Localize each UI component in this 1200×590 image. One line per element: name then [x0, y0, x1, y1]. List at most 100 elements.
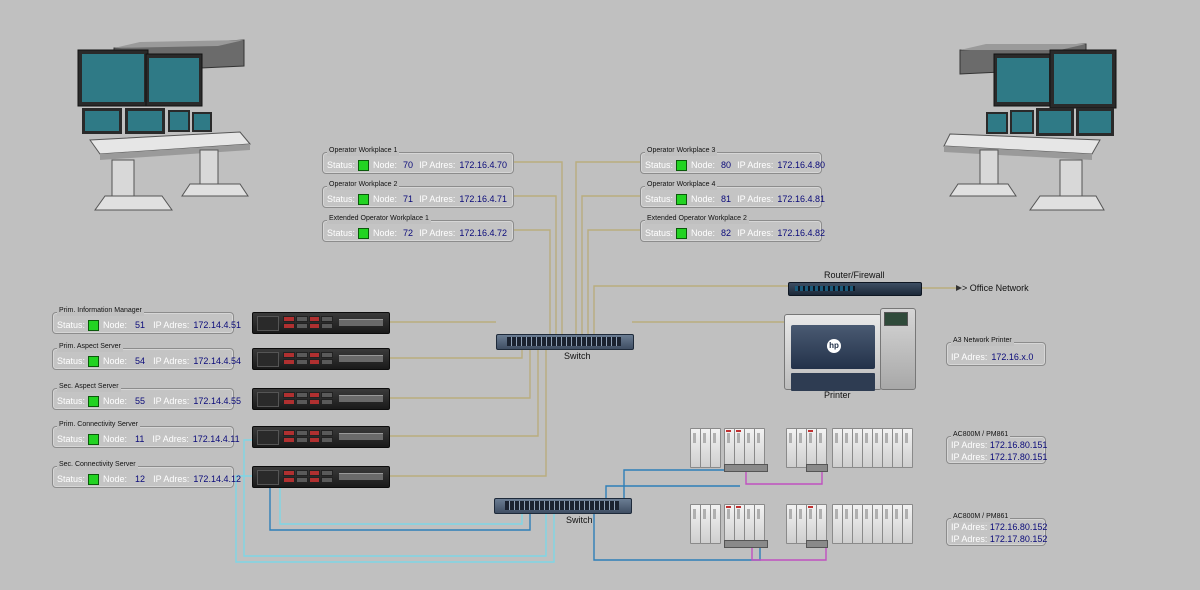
node-label: Node:	[373, 194, 398, 204]
status-label: Status:	[57, 320, 86, 330]
switch-bottom-label: Switch	[566, 515, 593, 525]
node-label: Node:	[103, 434, 128, 444]
ip-label: IP Adres:	[419, 194, 456, 204]
ip-value-primary: 172.16.80.151	[989, 440, 1048, 450]
node-label: Node:	[373, 228, 398, 238]
status-label: Status:	[57, 474, 86, 484]
panel-title: A3 Network Printer	[951, 336, 1014, 346]
ip-label: IP Adres:	[951, 534, 988, 544]
network-printer-panel[interactable]: A3 Network Printer IP Adres: 172.16.x.0	[946, 336, 1046, 366]
ip-label: IP Adres:	[951, 452, 988, 462]
ip-value: 172.14.4.55	[193, 396, 241, 406]
status-indicator	[358, 193, 370, 205]
node-value: 70	[403, 160, 414, 170]
ip-label: IP Adres:	[951, 440, 988, 450]
workplace-panel-3[interactable]: Extended Operator Workplace 1 Status: No…	[322, 214, 514, 242]
server-panel-2[interactable]: Prim. Aspect Server Status: Node: 54 IP …	[52, 342, 241, 370]
server-icon[interactable]	[252, 388, 390, 410]
status-label: Status:	[327, 194, 356, 204]
panel-title: Prim. Aspect Server	[57, 342, 123, 352]
node-value: 82	[721, 228, 732, 238]
network-switch-icon[interactable]	[494, 498, 632, 514]
server-panel-4[interactable]: Prim. Connectivity Server Status: Node: …	[52, 420, 240, 448]
node-value: 81	[721, 194, 732, 204]
workplace-panel-5[interactable]: Operator Workplace 4 Status: Node: 81 IP…	[640, 180, 825, 208]
office-network-label: > Office Network	[962, 283, 1029, 293]
node-label: Node:	[373, 160, 398, 170]
node-label: Node:	[691, 194, 716, 204]
server-panel-5[interactable]: Sec. Connectivity Server Status: Node: 1…	[52, 460, 241, 488]
ip-value: 172.14.4.51	[193, 320, 241, 330]
status-label: Status:	[57, 356, 86, 366]
status-label: Status:	[645, 228, 674, 238]
server-icon[interactable]	[252, 312, 390, 334]
node-label: Node:	[103, 320, 128, 330]
server-icon[interactable]	[252, 426, 390, 448]
controller-rack-icon[interactable]	[690, 428, 770, 472]
node-label: Node:	[103, 356, 128, 366]
network-diagram: Operator Workplace 1 Status: Node: 70 IP…	[0, 0, 1200, 590]
panel-title: Sec. Connectivity Server	[57, 460, 138, 470]
panel-title: Prim. Information Manager	[57, 306, 144, 316]
node-label: Node:	[691, 160, 716, 170]
router-label: Router/Firewall	[824, 270, 885, 280]
status-label: Status:	[327, 160, 356, 170]
node-label: Node:	[103, 474, 128, 484]
ip-label: IP Adres:	[419, 160, 456, 170]
node-value: 11	[135, 434, 145, 444]
server-panel-3[interactable]: Sec. Aspect Server Status: Node: 55 IP A…	[52, 382, 241, 410]
node-label: Node:	[103, 396, 128, 406]
ip-value: 172.14.4.11	[192, 434, 240, 444]
status-indicator	[88, 319, 100, 331]
operator-console-left-icon	[77, 39, 252, 211]
ip-label: IP Adres:	[951, 522, 988, 532]
controller-panel-1[interactable]: AC800M / PM861 IP Adres: 172.16.80.151 I…	[946, 430, 1048, 464]
ip-value: 172.16.4.80	[777, 160, 825, 170]
controller-rack-icon[interactable]	[786, 504, 914, 548]
status-label: Status:	[57, 434, 86, 444]
ip-value: 172.16.4.71	[459, 194, 507, 204]
workplace-panel-6[interactable]: Extended Operator Workplace 2 Status: No…	[640, 214, 825, 242]
ip-value: 172.14.4.12	[193, 474, 241, 484]
node-value: 12	[135, 474, 146, 484]
router-icon[interactable]	[788, 282, 922, 296]
ip-value: 172.16.4.70	[459, 160, 507, 170]
workplace-panel-4[interactable]: Operator Workplace 3 Status: Node: 80 IP…	[640, 146, 825, 174]
panel-title: Extended Operator Workplace 2	[645, 214, 749, 224]
controller-rack-icon[interactable]	[690, 504, 770, 548]
server-icon[interactable]	[252, 466, 390, 488]
panel-title: Operator Workplace 1	[327, 146, 400, 156]
ip-label: IP Adres:	[153, 396, 190, 406]
status-indicator	[676, 159, 688, 171]
ip-label: IP Adres:	[153, 474, 190, 484]
ip-value: 172.16.4.82	[777, 228, 825, 238]
status-indicator	[676, 193, 688, 205]
controller-panel-2[interactable]: AC800M / PM861 IP Adres: 172.16.80.152 I…	[946, 512, 1047, 546]
status-indicator	[676, 227, 688, 239]
ip-value: 172.14.4.54	[193, 356, 241, 366]
printer-icon[interactable]: hp	[784, 308, 916, 391]
server-icon[interactable]	[252, 348, 390, 370]
status-indicator	[88, 395, 100, 407]
node-value: 72	[403, 228, 414, 238]
ip-value: 172.16.4.72	[459, 228, 507, 238]
status-label: Status:	[327, 228, 356, 238]
workplace-panel-1[interactable]: Operator Workplace 1 Status: Node: 70 IP…	[322, 146, 514, 174]
node-value: 51	[135, 320, 146, 330]
ip-value: 172.16.4.81	[777, 194, 825, 204]
ip-value-secondary: 172.17.80.151	[989, 452, 1048, 462]
server-panel-1[interactable]: Prim. Information Manager Status: Node: …	[52, 306, 241, 334]
controller-rack-icon[interactable]	[786, 428, 914, 472]
status-indicator	[88, 473, 100, 485]
panel-title: Operator Workplace 4	[645, 180, 718, 190]
node-value: 71	[403, 194, 414, 204]
network-switch-icon[interactable]	[496, 334, 634, 350]
ip-label: IP Adres:	[951, 352, 988, 362]
status-indicator	[88, 433, 100, 445]
hp-logo-icon: hp	[827, 339, 841, 353]
operator-console-right-icon	[943, 43, 1117, 211]
workplace-panel-2[interactable]: Operator Workplace 2 Status: Node: 71 IP…	[322, 180, 514, 208]
status-indicator	[358, 227, 370, 239]
ip-value: 172.16.x.0	[991, 352, 1034, 362]
panel-title: Extended Operator Workplace 1	[327, 214, 431, 224]
